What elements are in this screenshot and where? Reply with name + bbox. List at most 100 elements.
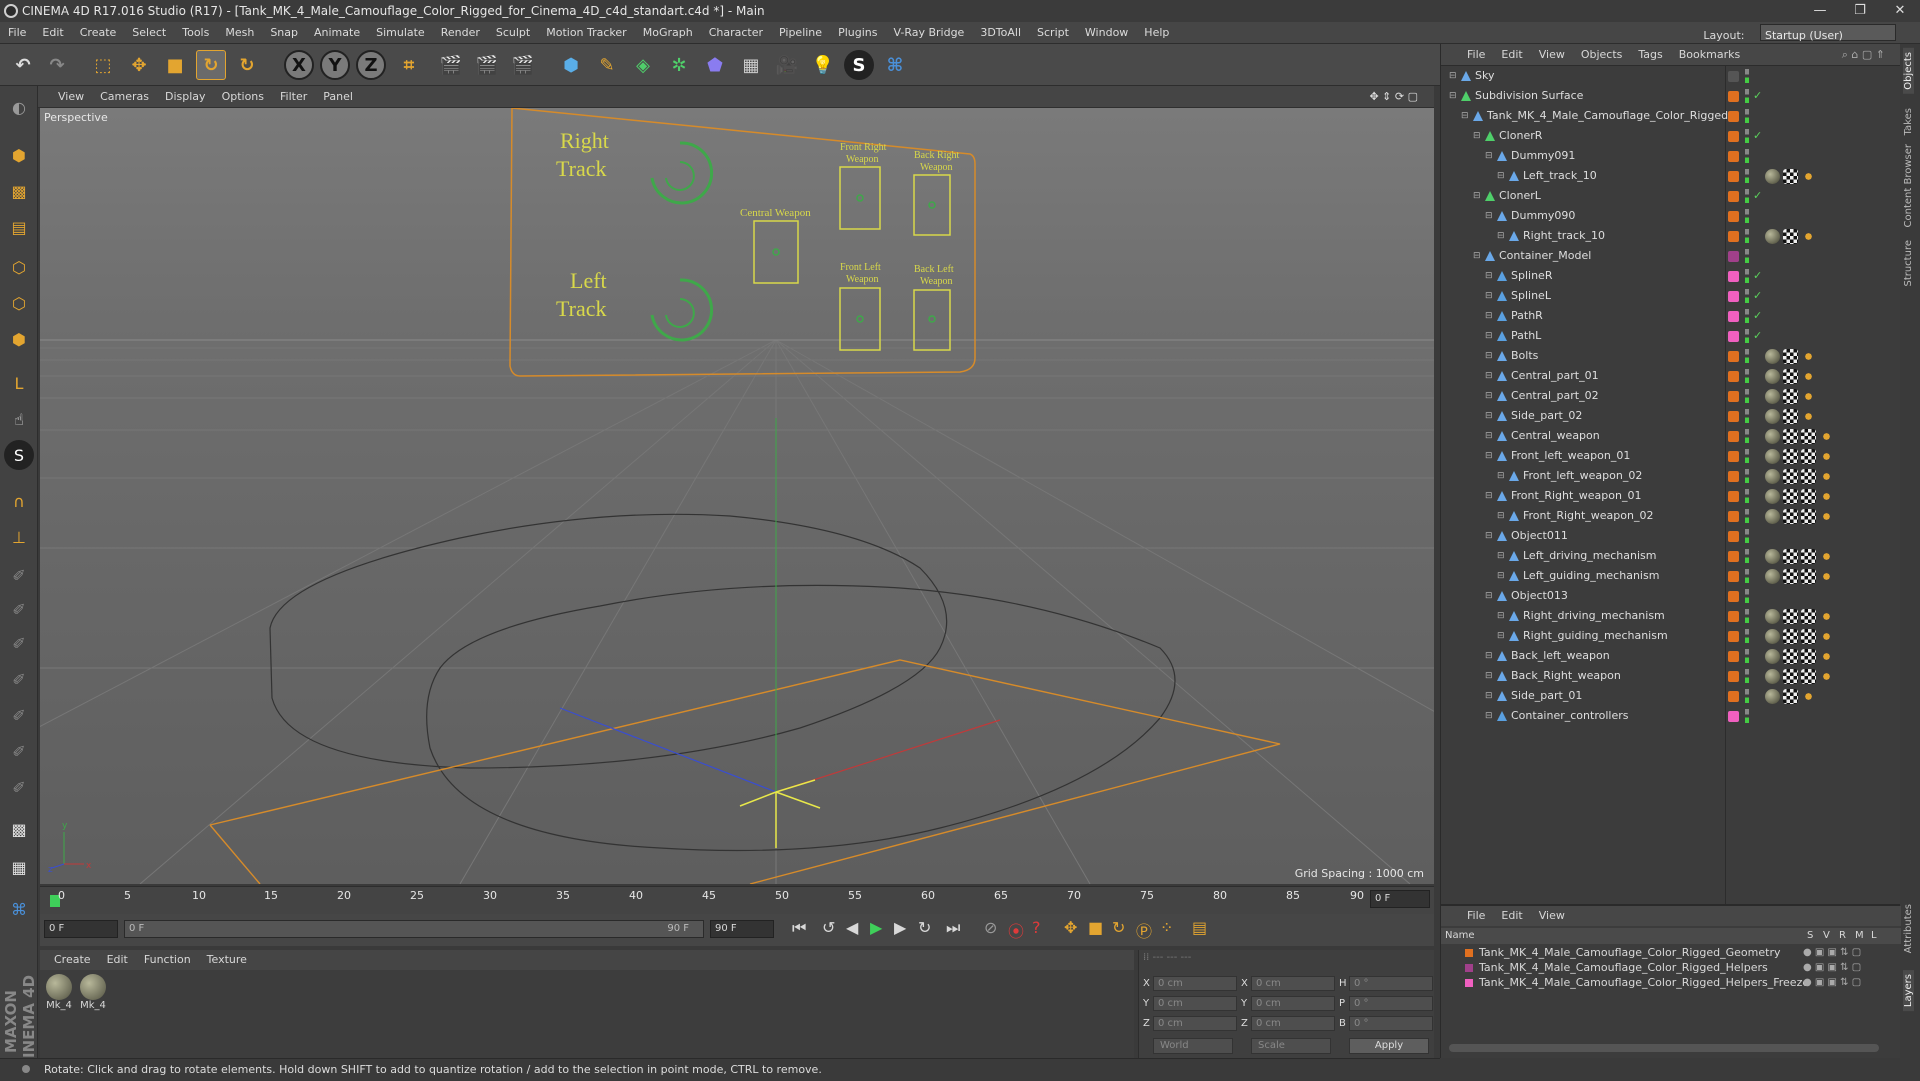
texture-tag-icon[interactable] (1783, 569, 1798, 584)
menu-mograph[interactable]: MoGraph (635, 22, 701, 44)
z-axis-icon[interactable]: Z (356, 50, 386, 80)
layer-color-swatch[interactable] (1728, 411, 1739, 422)
live-selection-icon[interactable]: ⬚ (88, 50, 118, 80)
menu-file[interactable]: File (0, 22, 34, 44)
material-tag-icon[interactable] (1765, 349, 1780, 364)
texture-mode-icon[interactable]: ▩ (4, 176, 34, 206)
texture-tag-icon[interactable] (1783, 609, 1798, 624)
layer-color-swatch[interactable] (1728, 671, 1739, 682)
expand-toggle-icon[interactable]: ⊟ (1485, 146, 1495, 161)
texture-tag-icon[interactable] (1801, 549, 1816, 564)
expand-toggle-icon[interactable]: ⊟ (1485, 206, 1495, 221)
expand-toggle-icon[interactable]: ⊟ (1485, 326, 1495, 341)
menu-tools[interactable]: Tools (174, 22, 217, 44)
rot-h-field[interactable]: 0 ° (1349, 976, 1433, 991)
texture-tag-icon[interactable] (1801, 449, 1816, 464)
locked-workplane-icon[interactable]: ⊥ (4, 522, 34, 552)
visibility-dots-icon[interactable] (1745, 249, 1749, 263)
visibility-dots-icon[interactable] (1745, 69, 1749, 83)
protection-tag-icon[interactable] (1819, 609, 1834, 624)
expand-toggle-icon[interactable]: ⊟ (1485, 526, 1495, 541)
render-picture-viewer-icon[interactable]: 🎬 (472, 50, 502, 80)
expand-toggle-icon[interactable]: ⊟ (1485, 286, 1495, 301)
material-tag-icon[interactable] (1765, 429, 1780, 444)
coord-mode-select[interactable]: World (1153, 1038, 1233, 1054)
obj-menu-view[interactable]: View (1531, 44, 1573, 66)
material-item[interactable]: Mk_4 (44, 974, 74, 1011)
sculpt-brush-6-icon[interactable]: ✐ (4, 736, 34, 766)
camera-icon[interactable]: 🎥 (772, 50, 802, 80)
object-row[interactable]: ⊟ SplineR ✓ (1441, 266, 1901, 286)
expand-toggle-icon[interactable]: ⊟ (1485, 586, 1495, 601)
expand-toggle-icon[interactable]: ⊟ (1497, 566, 1507, 581)
expand-toggle-icon[interactable]: ⊟ (1485, 306, 1495, 321)
visibility-dots-icon[interactable] (1745, 209, 1749, 223)
enabled-check-icon[interactable]: ✓ (1753, 326, 1762, 346)
vp-menu-filter[interactable]: Filter (272, 86, 315, 108)
expand-toggle-icon[interactable]: ⊟ (1485, 386, 1495, 401)
subdivision-icon[interactable]: ◈ (628, 50, 658, 80)
layer-color-swatch[interactable] (1728, 591, 1739, 602)
visibility-dots-icon[interactable] (1745, 389, 1749, 403)
expand-toggle-icon[interactable]: ⊟ (1497, 606, 1507, 621)
material-tag-icon[interactable] (1765, 369, 1780, 384)
render-view-icon[interactable]: 🎬 (436, 50, 466, 80)
obj-menu-objects[interactable]: Objects (1573, 44, 1631, 66)
menu-pipeline[interactable]: Pipeline (771, 22, 830, 44)
apply-button[interactable]: Apply (1349, 1038, 1429, 1054)
key-pla-icon[interactable]: ⁘ (1160, 918, 1173, 937)
visibility-dots-icon[interactable] (1745, 569, 1749, 583)
texture-tag-icon[interactable] (1783, 349, 1798, 364)
texture-tag-icon[interactable] (1783, 449, 1798, 464)
floor-icon[interactable]: ▦ (736, 50, 766, 80)
protection-tag-icon[interactable] (1801, 369, 1816, 384)
prev-frame-icon[interactable]: ◀ (846, 918, 858, 937)
key-param-icon[interactable]: Ⓟ (1136, 918, 1152, 942)
menu-character[interactable]: Character (701, 22, 771, 44)
material-tag-icon[interactable] (1765, 409, 1780, 424)
layer-color-swatch[interactable] (1728, 631, 1739, 642)
light-icon[interactable]: 💡 (808, 50, 838, 80)
next-key-icon[interactable]: ↻ (918, 918, 931, 937)
layer-color-swatch[interactable] (1728, 271, 1739, 282)
layer-menu-view[interactable]: View (1531, 906, 1573, 926)
record-icon[interactable]: ⦿ (1008, 918, 1024, 942)
material-tag-icon[interactable] (1765, 689, 1780, 704)
mat-menu-edit[interactable]: Edit (99, 950, 136, 970)
vp-menu-panel[interactable]: Panel (315, 86, 361, 108)
visibility-dots-icon[interactable] (1745, 429, 1749, 443)
start-frame-field[interactable]: 0 F (44, 920, 118, 938)
menu-script[interactable]: Script (1029, 22, 1077, 44)
layer-color-swatch[interactable] (1728, 331, 1739, 342)
restore-icon[interactable]: ❐ (1840, 0, 1880, 22)
object-row[interactable]: ⊟ Front_left_weapon_02 (1441, 466, 1901, 486)
visibility-dots-icon[interactable] (1745, 449, 1749, 463)
object-row[interactable]: ⊟ Object011 (1441, 526, 1901, 546)
frame-range-slider[interactable]: 0 F 90 F (124, 920, 704, 938)
layer-color-swatch[interactable] (1728, 391, 1739, 402)
object-row[interactable]: ⊟ Tank_MK_4_Male_Camouflage_Color_Rigged (1441, 106, 1901, 126)
layer-color-swatch[interactable] (1728, 551, 1739, 562)
visibility-dots-icon[interactable] (1745, 549, 1749, 563)
expand-toggle-icon[interactable]: ⊟ (1461, 106, 1471, 121)
cube-icon[interactable]: ⬢ (556, 50, 586, 80)
texture-tag-icon[interactable] (1783, 629, 1798, 644)
vray-icon[interactable]: S (844, 50, 874, 80)
texture-tag-icon[interactable] (1783, 409, 1798, 424)
texture-tag-icon[interactable] (1783, 469, 1798, 484)
object-row[interactable]: ⊟ Front_Right_weapon_02 (1441, 506, 1901, 526)
vp-menu-cameras[interactable]: Cameras (92, 86, 157, 108)
protection-tag-icon[interactable] (1819, 469, 1834, 484)
sculpt-brush-1-icon[interactable]: ✐ (4, 560, 34, 590)
tab-objects[interactable]: Objects (1903, 48, 1914, 94)
object-row[interactable]: ⊟ Right_guiding_mechanism (1441, 626, 1901, 646)
protection-tag-icon[interactable] (1819, 449, 1834, 464)
tab-structure[interactable]: Structure (1903, 240, 1914, 287)
object-row[interactable]: ⊟ Central_part_01 (1441, 366, 1901, 386)
material-tag-icon[interactable] (1765, 669, 1780, 684)
object-row[interactable]: ⊟ Left_track_10 (1441, 166, 1901, 186)
material-tag-icon[interactable] (1765, 549, 1780, 564)
play-icon[interactable]: ▶ (870, 918, 882, 937)
layer-color-swatch[interactable] (1728, 151, 1739, 162)
autokey-icon[interactable]: ? (1032, 918, 1041, 937)
